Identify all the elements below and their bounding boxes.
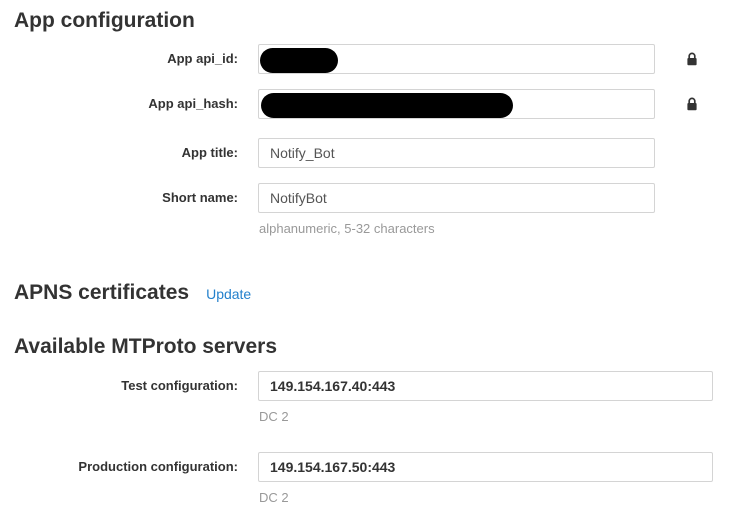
form-row-production-configuration: Production configuration: DC 2 — [0, 452, 752, 505]
production-configuration-label: Production configuration: — [0, 452, 238, 482]
test-configuration-label: Test configuration: — [0, 371, 238, 401]
api-hash-control — [258, 89, 655, 119]
short-name-helper-text: alphanumeric, 5-32 characters — [258, 221, 655, 236]
test-configuration-control: DC 2 — [258, 371, 713, 424]
api-id-input[interactable] — [258, 44, 655, 74]
app-title-input[interactable] — [258, 138, 655, 168]
form-row-test-configuration: Test configuration: DC 2 — [0, 371, 752, 424]
app-title-control — [258, 138, 655, 168]
production-configuration-dc-text: DC 2 — [258, 490, 713, 505]
short-name-label: Short name: — [0, 183, 238, 213]
short-name-control: alphanumeric, 5-32 characters — [258, 183, 655, 236]
apns-section-header: APNS certificates Update — [0, 282, 752, 304]
api-hash-label: App api_hash: — [0, 89, 238, 119]
app-configuration-page: App configuration App api_id: App api_ha… — [0, 0, 752, 506]
mtproto-title: Available MTProto servers — [0, 336, 752, 358]
form-row-api-hash: App api_hash: — [0, 89, 752, 119]
api-hash-input[interactable] — [258, 89, 655, 119]
page-title: App configuration — [0, 0, 752, 32]
production-configuration-input[interactable] — [258, 452, 713, 482]
form-row-short-name: Short name: alphanumeric, 5-32 character… — [0, 183, 752, 236]
apns-update-link[interactable]: Update — [206, 286, 251, 302]
api-id-control — [258, 44, 655, 74]
test-configuration-input[interactable] — [258, 371, 713, 401]
form-row-app-title: App title: — [0, 138, 752, 168]
app-title-label: App title: — [0, 138, 238, 168]
lock-icon — [686, 97, 698, 111]
form-row-api-id: App api_id: — [0, 44, 752, 74]
test-configuration-dc-text: DC 2 — [258, 409, 713, 424]
lock-icon — [686, 52, 698, 66]
apns-title: APNS certificates — [14, 282, 189, 304]
api-id-label: App api_id: — [0, 44, 238, 74]
short-name-input[interactable] — [258, 183, 655, 213]
production-configuration-control: DC 2 — [258, 452, 713, 505]
